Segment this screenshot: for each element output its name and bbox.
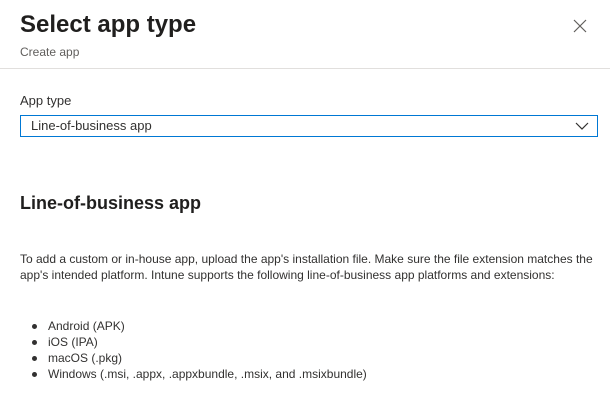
panel-header: Select app type Create app bbox=[0, 0, 610, 69]
panel-title: Select app type bbox=[20, 11, 197, 38]
section-heading: Line-of-business app bbox=[20, 193, 202, 213]
panel-subtitle: Create app bbox=[20, 45, 80, 59]
section-description: To add a custom or in-house app, upload … bbox=[20, 252, 593, 282]
platform-label: Android (APK) bbox=[48, 319, 125, 333]
bullet-icon bbox=[32, 324, 37, 329]
list-item: Windows (.msi, .appx, .appxbundle, .msix… bbox=[32, 366, 367, 382]
bullet-icon bbox=[32, 340, 37, 345]
bullet-icon bbox=[32, 372, 37, 377]
platform-label: macOS (.pkg) bbox=[48, 351, 123, 365]
list-item: iOS (IPA) bbox=[32, 334, 367, 350]
app-type-selected-value: Line-of-business app bbox=[31, 118, 152, 133]
bullet-icon bbox=[32, 356, 37, 361]
list-item: macOS (.pkg) bbox=[32, 350, 367, 366]
select-app-type-panel: Select app type Create app App type Line… bbox=[0, 0, 610, 396]
close-icon bbox=[573, 19, 587, 33]
app-type-label: App type bbox=[20, 93, 72, 108]
platform-label: Windows (.msi, .appx, .appxbundle, .msix… bbox=[48, 367, 367, 381]
platform-list: Android (APK) iOS (IPA) macOS (.pkg) Win… bbox=[20, 318, 367, 382]
chevron-down-icon bbox=[575, 121, 589, 131]
platform-label: iOS (IPA) bbox=[48, 335, 98, 349]
close-button[interactable] bbox=[572, 18, 588, 34]
app-type-dropdown[interactable]: Line-of-business app bbox=[20, 115, 598, 137]
list-item: Android (APK) bbox=[32, 318, 367, 334]
